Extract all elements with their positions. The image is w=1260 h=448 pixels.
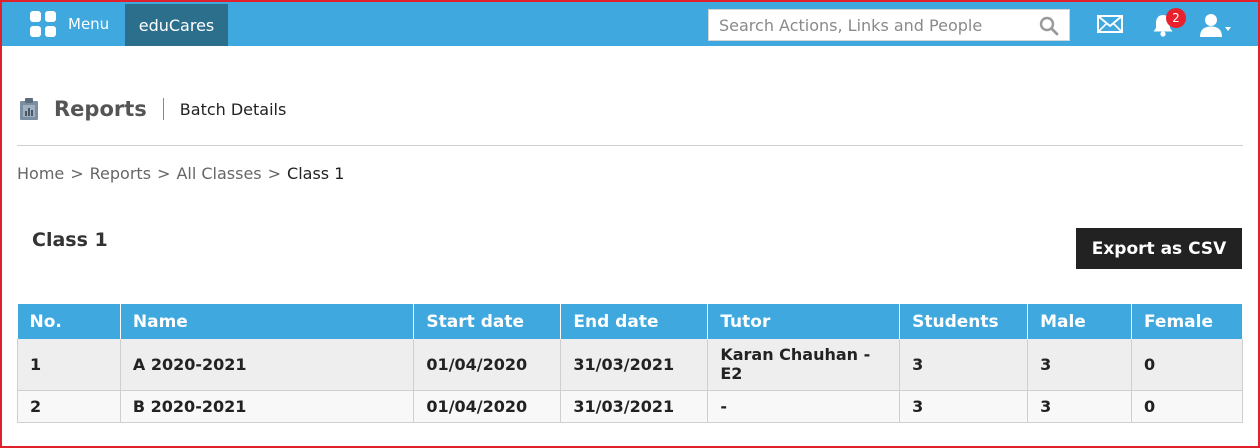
batch-table: No. Name Start date End date Tutor Stude… <box>17 304 1243 423</box>
breadcrumb-separator: > <box>267 164 282 183</box>
cell-male: 3 <box>1027 390 1132 423</box>
table-row[interactable]: 2 B 2020-2021 01/04/2020 31/03/2021 - 3 … <box>17 390 1243 423</box>
page-header: Reports Batch Details <box>18 94 286 124</box>
breadcrumb: Home > Reports > All Classes > Class 1 <box>17 164 344 183</box>
cell-end-date: 31/03/2021 <box>560 339 709 391</box>
table-header-row: No. Name Start date End date Tutor Stude… <box>17 304 1243 339</box>
notification-badge: 2 <box>1166 8 1186 28</box>
breadcrumb-separator: > <box>70 164 84 183</box>
cell-name: B 2020-2021 <box>120 390 415 423</box>
col-header-start-date[interactable]: Start date <box>413 304 562 339</box>
cell-name: A 2020-2021 <box>120 339 415 391</box>
mail-icon[interactable] <box>1097 14 1123 34</box>
table-row[interactable]: 1 A 2020-2021 01/04/2020 31/03/2021 Kara… <box>17 339 1243 391</box>
grid-icon <box>30 11 56 37</box>
breadcrumb-current: Class 1 <box>287 164 345 183</box>
export-csv-button[interactable]: Export as CSV <box>1076 228 1242 269</box>
search-icon[interactable] <box>1039 16 1059 36</box>
breadcrumb-home[interactable]: Home <box>17 164 64 183</box>
col-header-name[interactable]: Name <box>120 304 415 339</box>
cell-end-date: 31/03/2021 <box>560 390 709 423</box>
cell-female: 0 <box>1131 339 1243 391</box>
top-navigation-bar: Menu eduCares 2 <box>2 2 1258 46</box>
cell-tutor: Karan Chauhan - E2 <box>707 339 901 391</box>
page-title: Reports <box>54 97 147 121</box>
col-header-no[interactable]: No. <box>17 304 121 339</box>
cell-start-date: 01/04/2020 <box>413 390 562 423</box>
col-header-tutor[interactable]: Tutor <box>707 304 901 339</box>
cell-female: 0 <box>1131 390 1243 423</box>
cell-no: 1 <box>17 339 121 391</box>
breadcrumb-separator: > <box>157 164 171 183</box>
clipboard-icon <box>20 98 38 120</box>
page-subtitle: Batch Details <box>179 99 287 119</box>
search-box <box>708 9 1070 41</box>
breadcrumb-reports[interactable]: Reports <box>90 164 151 183</box>
col-header-end-date[interactable]: End date <box>560 304 709 339</box>
cell-start-date: 01/04/2020 <box>413 339 562 391</box>
search-input[interactable] <box>709 10 1029 40</box>
cell-students: 3 <box>899 339 1029 391</box>
cell-no: 2 <box>17 390 121 423</box>
cell-tutor: - <box>707 390 901 423</box>
breadcrumb-all-classes[interactable]: All Classes <box>176 164 261 183</box>
chevron-down-icon <box>1225 27 1231 31</box>
cell-students: 3 <box>899 390 1029 423</box>
header-divider <box>17 145 1243 146</box>
title-divider <box>162 98 164 120</box>
menu-button[interactable]: Menu <box>16 2 124 46</box>
col-header-male[interactable]: Male <box>1027 304 1132 339</box>
col-header-students[interactable]: Students <box>899 304 1029 339</box>
class-title: Class 1 <box>32 229 108 251</box>
menu-label: Menu <box>68 15 110 33</box>
cell-male: 3 <box>1027 339 1132 391</box>
user-icon[interactable] <box>1199 12 1233 38</box>
col-header-female[interactable]: Female <box>1131 304 1243 339</box>
brand-tab[interactable]: eduCares <box>125 4 228 46</box>
